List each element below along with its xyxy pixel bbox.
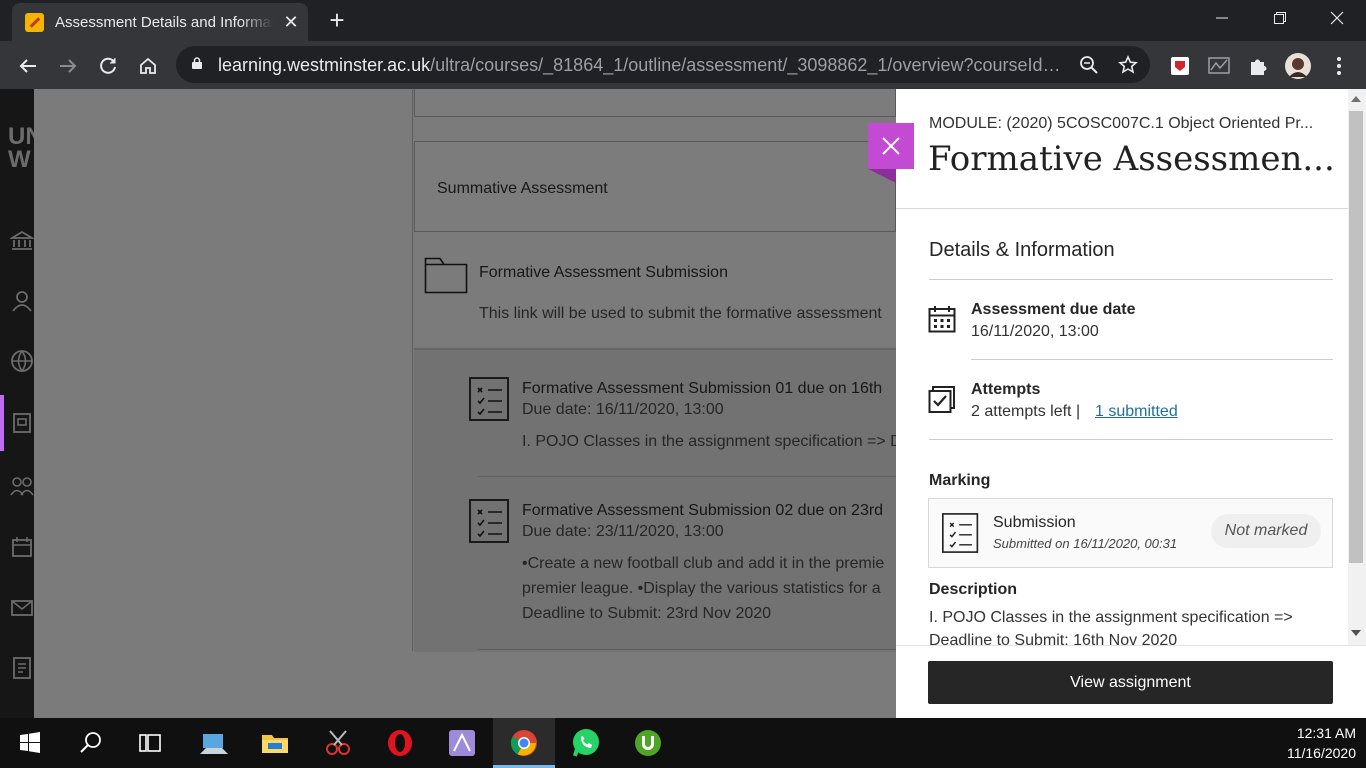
zoom-icon[interactable] [1079,55,1099,75]
item-divider [478,476,896,477]
assignment-icon [469,377,509,421]
minimize-icon[interactable] [1193,0,1251,38]
windows-start-icon[interactable] [14,727,46,759]
url-host: learning.westminster.ac.uk [218,55,431,75]
assignment-desc-2-line2: premier league. •Display the various sta… [522,580,881,597]
profile-icon[interactable] [10,289,34,313]
browser-tab[interactable]: Assessment Details and Information ✕ [12,3,308,41]
section-heading: Details & Information [929,239,1115,261]
due-date-value: 16/11/2020, 13:00 [971,323,1099,340]
file-explorer-icon[interactable] [259,727,291,759]
scroll-up-arrow-icon[interactable] [1351,95,1361,103]
messages-icon[interactable] [10,596,34,620]
this-pc-icon[interactable] [198,727,230,759]
chrome-icon[interactable] [508,727,540,759]
panel-header: MODULE: (2020) 5COSC007C.1 Object Orient… [896,89,1366,209]
due-date-label: Assessment due date [971,301,1136,318]
description-label: Description [929,581,1018,598]
home-icon[interactable] [134,52,162,80]
assignment-due-2: Due date: 23/11/2020, 13:00 [522,523,724,540]
lock-icon [192,57,202,69]
module-name: MODULE: (2020) 5COSC007C.1 Object Orient… [929,115,1314,132]
task-view-icon[interactable] [134,727,166,759]
formative-folder-title[interactable]: Formative Assessment Submission [479,264,728,282]
formative-folder-description: This link will be used to submit the for… [479,305,882,322]
submission-title: Submission [993,514,1076,531]
address-bar[interactable]: learning.westminster.ac.uk/ultra/courses… [176,46,1150,83]
marking-status-badge: Not marked [1211,514,1321,548]
submission-icon [942,513,979,553]
assignment-desc-2-line1: •Create a new football club and add it i… [522,555,885,572]
divider [412,89,413,651]
course-left-nav: UN W [0,89,43,718]
submission-timestamp: Submitted on 16/11/2020, 00:31 [993,536,1178,551]
windows-taskbar: 12:31 AM 11/16/2020 [0,718,1366,768]
chrome-menu-icon[interactable] [1325,52,1353,80]
whatsapp-icon[interactable] [570,727,602,759]
close-panel-button[interactable] [868,123,914,169]
previous-item-card [414,89,896,117]
marking-label: Marking [929,472,991,489]
clock-date: 11/16/2020 [1286,745,1356,761]
assignment-title-1[interactable]: Formative Assessment Submission 01 due o… [522,380,882,398]
extension-screen-icon[interactable] [1205,52,1233,80]
scrollbar-thumb[interactable] [1349,111,1363,563]
url-path: /ultra/courses/_81864_1/outline/assessme… [430,55,1063,75]
opera-icon[interactable] [384,727,416,759]
assignment-desc-2-line3: Deadline to Submit: 23rd Nov 2020 [522,605,772,622]
extensions-puzzle-icon[interactable] [1245,52,1273,80]
separator-2 [971,359,1333,360]
page-viewport: UN W Summative Assessment Formative Asse… [0,89,1366,718]
institution-icon[interactable] [10,229,34,253]
attempts-left: 2 attempts left | [971,403,1081,420]
grades-icon[interactable] [10,656,34,680]
restore-icon[interactable] [1251,0,1309,38]
utorrent-icon[interactable] [632,727,664,759]
calendar-icon [928,306,956,333]
view-assignment-button[interactable]: View assignment [928,661,1333,704]
window-close-icon[interactable] [1308,0,1366,38]
assignment-due-1: Due date: 16/11/2020, 13:00 [522,401,724,418]
close-icon [882,137,900,155]
summative-assessment-folder[interactable]: Summative Assessment [414,141,896,232]
organizations-icon[interactable] [10,474,34,498]
reload-icon[interactable] [94,52,122,80]
attempts-icon [928,386,955,413]
design-app-icon[interactable] [446,727,478,759]
pencil-favicon-icon [25,13,44,32]
url-text: learning.westminster.ac.uk/ultra/courses… [218,55,1063,76]
nav-active-indicator [0,395,4,451]
clock-time: 12:31 AM [1296,725,1356,741]
folder-title: Summative Assessment [437,180,608,197]
separator [929,279,1333,280]
submitted-attempts-link[interactable]: 1 submitted [1095,403,1178,421]
tab-title: Assessment Details and Information [55,14,273,31]
assignment-icon-2 [469,499,509,543]
separator-3 [929,439,1333,440]
attempts-label: Attempts [971,381,1041,398]
new-tab-button[interactable]: + [323,6,351,34]
calendar-nav-icon[interactable] [10,535,34,559]
assignment-title-2[interactable]: Formative Assessment Submission 02 due o… [522,502,883,520]
submission-card[interactable]: Submission Submitted on 16/11/2020, 00:3… [928,498,1333,568]
folder-icon [424,257,468,294]
description-line-1: I. POJO Classes in the assignment specif… [929,609,1293,626]
profile-avatar-icon[interactable] [1284,52,1312,80]
courses-icon[interactable] [10,411,34,435]
flag-tail [868,169,896,183]
search-icon[interactable] [75,727,107,759]
tab-close-icon[interactable]: ✕ [280,11,302,33]
system-clock[interactable]: 12:31 AM 11/16/2020 [1287,723,1356,763]
assignment-desc-1: I. POJO Classes in the assignment specif… [522,433,902,450]
back-arrow-icon[interactable] [14,52,42,80]
extension-shield-icon[interactable] [1166,52,1194,80]
item-divider-2 [478,649,896,650]
scroll-down-arrow-icon[interactable] [1351,629,1361,637]
bookmark-star-icon[interactable] [1118,55,1138,75]
panel-title: Formative Assessmen... [928,139,1335,179]
snipping-tool-icon[interactable] [322,727,354,759]
forward-arrow-icon[interactable] [54,52,82,80]
globe-icon[interactable] [10,349,34,373]
